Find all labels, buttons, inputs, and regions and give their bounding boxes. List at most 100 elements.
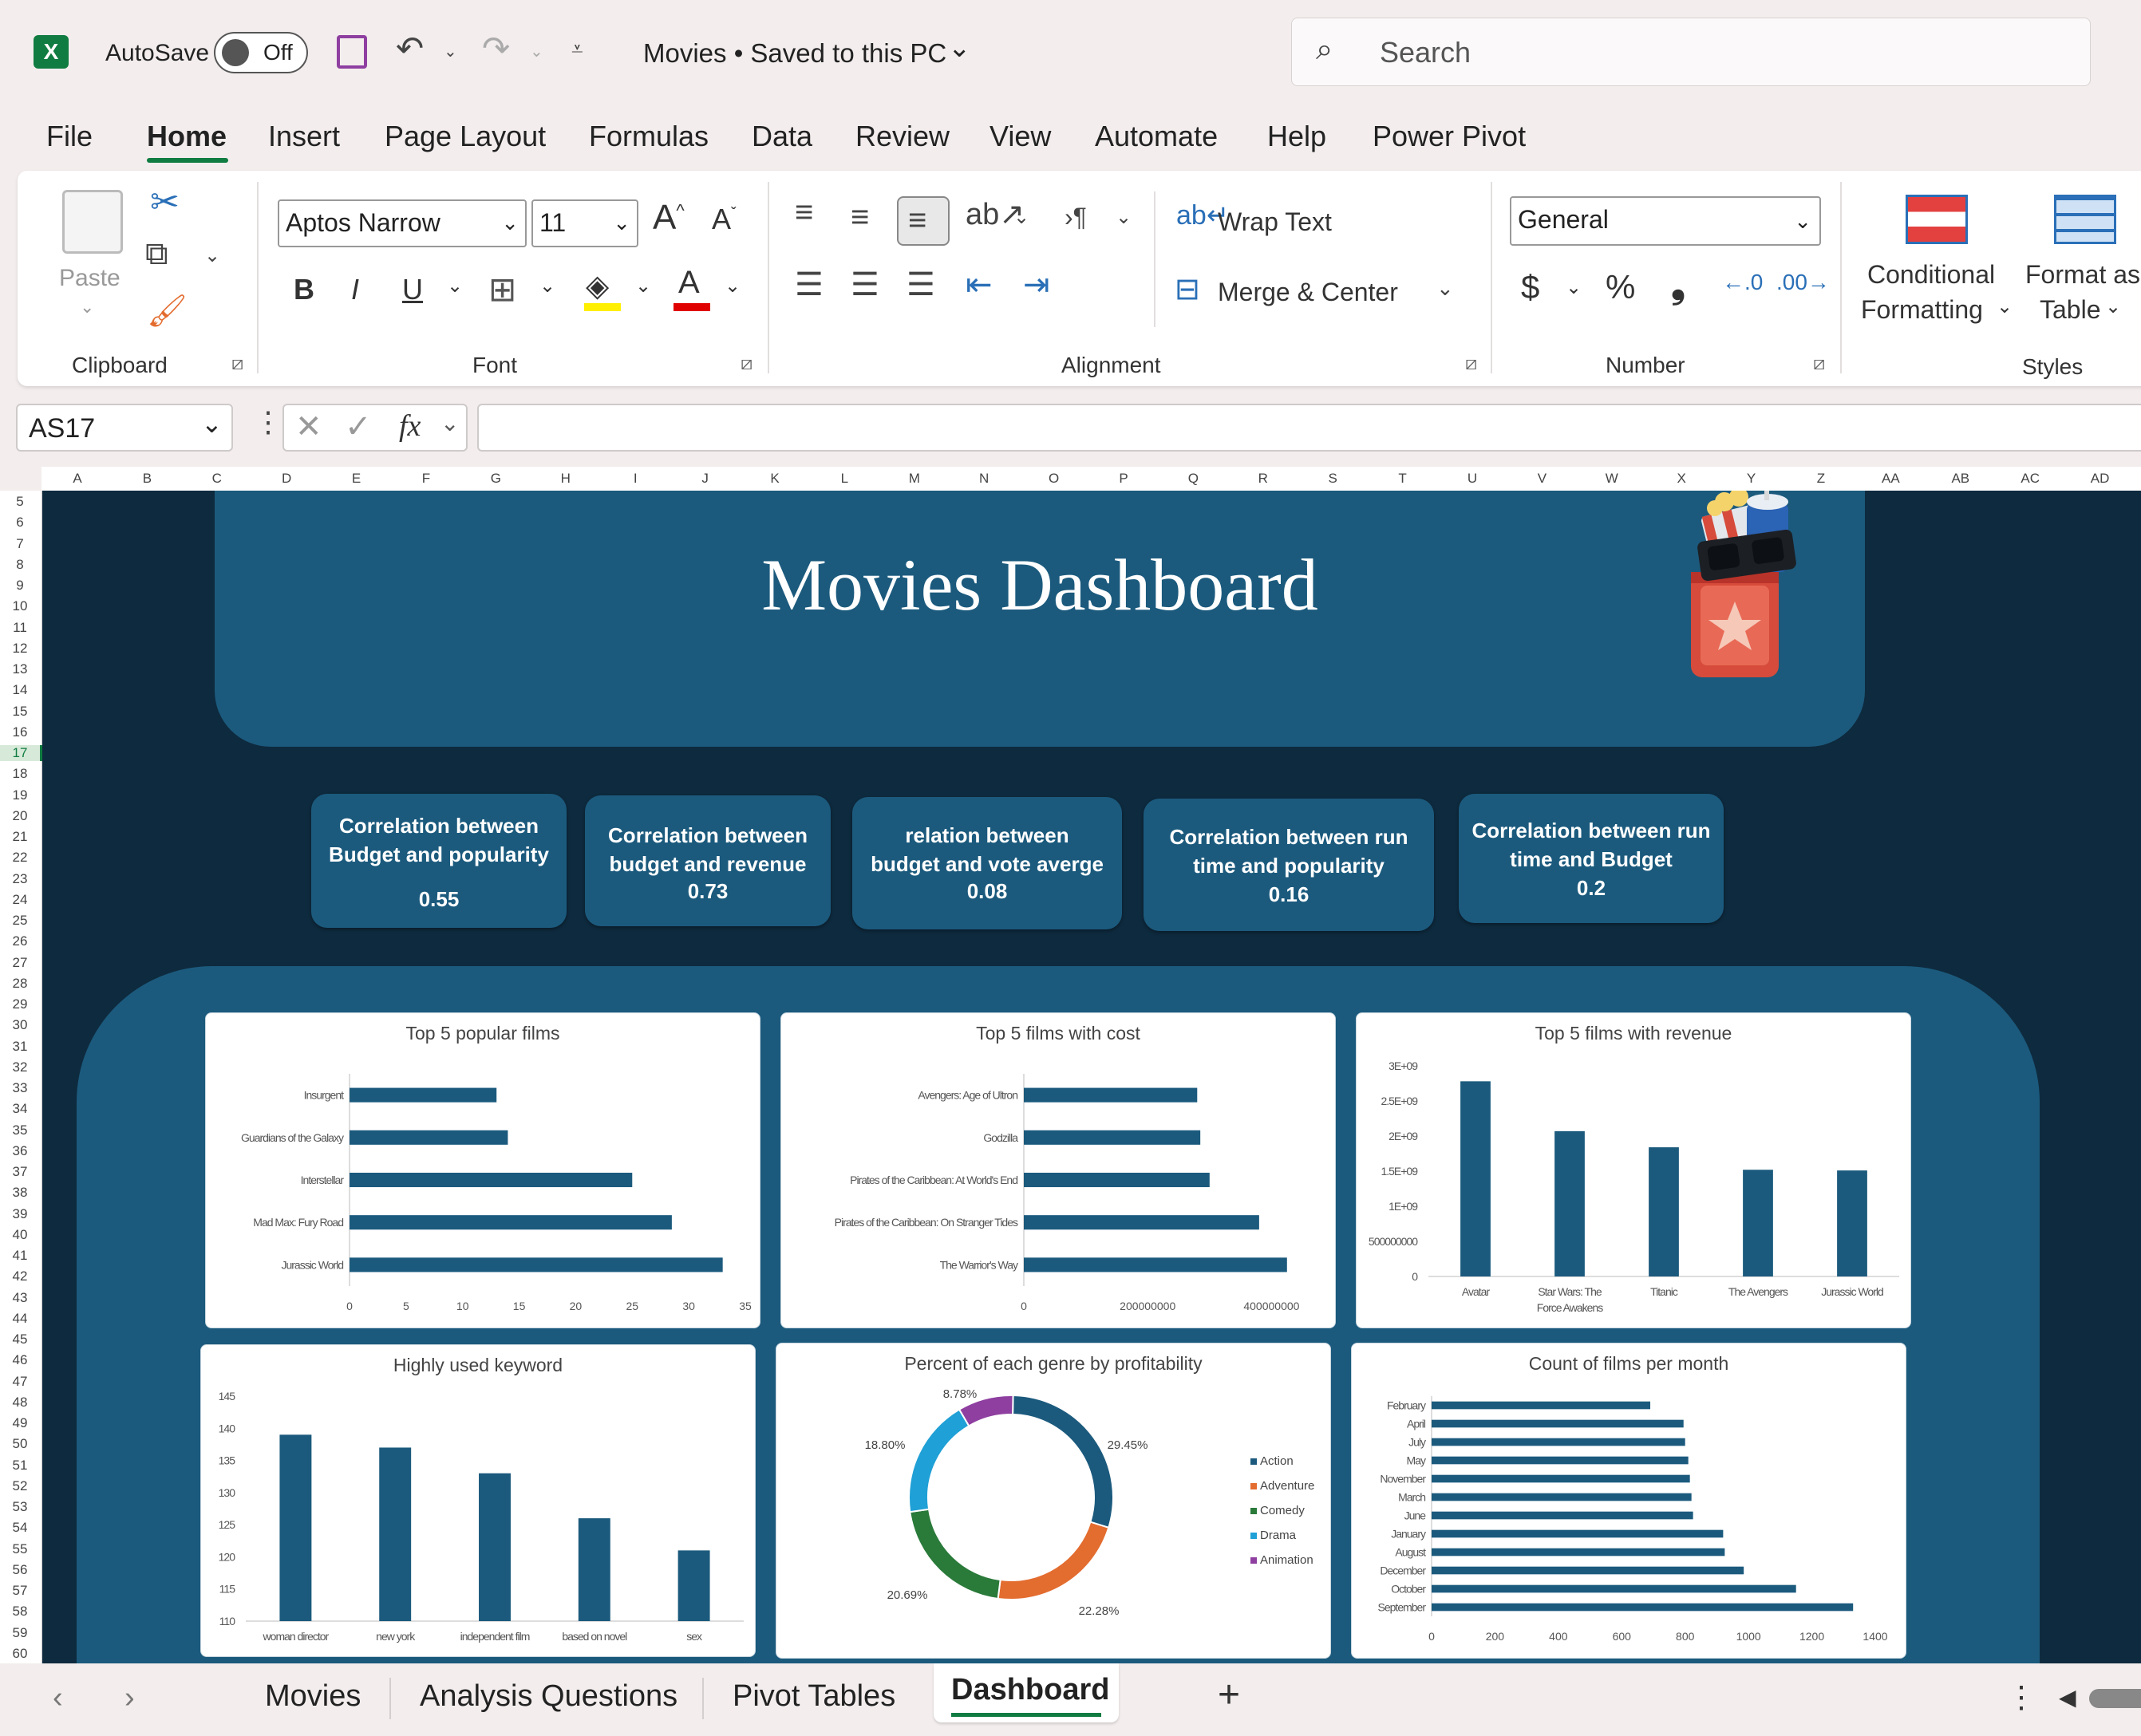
save-icon[interactable] — [337, 35, 367, 69]
column-header[interactable]: K — [759, 467, 791, 491]
cancel-icon[interactable]: ✕ — [295, 408, 322, 445]
row-header[interactable]: 20 — [0, 808, 40, 824]
tab-scroll-left-icon[interactable]: ‹ — [53, 1681, 63, 1715]
cut-icon[interactable]: ✂ — [150, 182, 180, 223]
menu-data[interactable]: Data — [752, 120, 812, 153]
merge-dropdown-icon[interactable]: ⌄ — [1436, 276, 1454, 301]
row-header[interactable]: 54 — [0, 1520, 40, 1536]
chart-card[interactable]: Percent of each genre by profitability 2… — [776, 1343, 1331, 1659]
row-header[interactable]: 57 — [0, 1583, 40, 1599]
column-header[interactable]: Z — [1805, 467, 1837, 491]
row-header[interactable]: 16 — [0, 724, 40, 740]
row-header[interactable]: 53 — [0, 1499, 40, 1515]
redo-icon[interactable]: ↷ — [482, 29, 510, 68]
column-header[interactable]: O — [1038, 467, 1070, 491]
paste-label[interactable]: Paste — [59, 265, 120, 292]
row-header[interactable]: 5 — [0, 494, 40, 510]
column-header[interactable]: AC — [2014, 467, 2046, 491]
alignment-launcher-icon[interactable]: ⧄ — [1465, 353, 1477, 375]
row-header[interactable]: 44 — [0, 1311, 40, 1327]
copy-dropdown-icon[interactable]: ⌄ — [204, 244, 220, 267]
row-header[interactable]: 34 — [0, 1101, 40, 1117]
row-header[interactable]: 22 — [0, 850, 40, 866]
column-header[interactable]: N — [968, 467, 1000, 491]
column-header[interactable]: F — [410, 467, 442, 491]
column-header[interactable]: P — [1108, 467, 1140, 491]
menu-automate[interactable]: Automate — [1095, 120, 1218, 153]
increase-font-icon[interactable]: A^ — [653, 198, 685, 238]
align-middle-icon[interactable]: ≡ — [851, 199, 869, 235]
menu-formulas[interactable]: Formulas — [589, 120, 709, 153]
align-bottom-button[interactable]: ≡ — [897, 196, 950, 246]
column-header[interactable]: J — [689, 467, 721, 491]
increase-decimal-icon[interactable]: ←.0 — [1722, 270, 1763, 295]
row-header[interactable]: 30 — [0, 1017, 40, 1033]
column-header[interactable]: M — [899, 467, 930, 491]
column-header[interactable]: AA — [1874, 467, 1906, 491]
enter-icon[interactable]: ✓ — [345, 408, 372, 445]
column-header[interactable]: I — [619, 467, 651, 491]
add-sheet-icon[interactable]: + — [1218, 1673, 1240, 1717]
row-header[interactable]: 58 — [0, 1604, 40, 1620]
sheet-tab-pivot-tables[interactable]: Pivot Tables — [733, 1679, 895, 1714]
row-header[interactable]: 50 — [0, 1436, 40, 1452]
column-header[interactable]: AB — [1945, 467, 1977, 491]
chevron-down-icon[interactable]: ⌄ — [440, 410, 459, 436]
font-color-dropdown-icon[interactable]: ⌄ — [725, 274, 741, 298]
column-header[interactable]: U — [1456, 467, 1488, 491]
row-header[interactable]: 47 — [0, 1374, 40, 1390]
row-header[interactable]: 27 — [0, 955, 40, 971]
menu-view[interactable]: View — [990, 120, 1051, 153]
font-name-select[interactable]: Aptos Narrow ⌄ — [278, 199, 527, 247]
worksheet-area[interactable]: Movies Dashboard Correlation between Bud… — [42, 491, 2141, 1663]
column-header[interactable]: W — [1596, 467, 1628, 491]
comma-icon[interactable]: ❟ — [1671, 263, 1685, 308]
row-header[interactable]: 21 — [0, 829, 40, 845]
currency-icon[interactable]: $ — [1521, 268, 1539, 306]
text-direction-dropdown-icon[interactable]: ⌄ — [1116, 206, 1132, 229]
percent-icon[interactable]: % — [1606, 268, 1635, 306]
fill-color-icon[interactable]: ◈ — [586, 268, 609, 304]
clipboard-launcher-icon[interactable]: ⧄ — [231, 353, 243, 375]
row-header[interactable]: 17 — [0, 745, 43, 761]
align-left-icon[interactable]: ☰ — [795, 266, 824, 303]
row-header[interactable]: 52 — [0, 1478, 40, 1494]
column-header[interactable]: Q — [1177, 467, 1209, 491]
column-header[interactable]: S — [1317, 467, 1349, 491]
row-header[interactable]: 28 — [0, 976, 40, 992]
sheet-tab-analysis-questions[interactable]: Analysis Questions — [420, 1679, 677, 1714]
row-header[interactable]: 55 — [0, 1541, 40, 1557]
chart-card[interactable]: Top 5 films with cost Avengers: Age of U… — [780, 1012, 1336, 1328]
format-as-table-dropdown-icon[interactable]: ⌄ — [2105, 295, 2121, 318]
text-direction-icon[interactable]: ›¶ — [1065, 203, 1087, 232]
row-header[interactable]: 10 — [0, 598, 40, 614]
column-header[interactable]: C — [201, 467, 233, 491]
font-size-select[interactable]: 11 ⌄ — [531, 199, 638, 247]
paste-icon[interactable] — [62, 190, 123, 254]
row-header[interactable]: 60 — [0, 1646, 40, 1662]
row-header[interactable]: 18 — [0, 766, 40, 782]
menu-insert[interactable]: Insert — [268, 120, 340, 153]
row-header[interactable]: 51 — [0, 1458, 40, 1474]
row-header[interactable]: 31 — [0, 1039, 40, 1055]
orientation-dropdown-icon[interactable]: ⌄ — [1013, 206, 1029, 229]
autosave-toggle[interactable]: Off — [214, 32, 308, 73]
menu-home[interactable]: Home — [147, 120, 227, 153]
row-header[interactable]: 35 — [0, 1122, 40, 1138]
row-header[interactable]: 41 — [0, 1248, 40, 1264]
title-dropdown-icon[interactable]: ⌄ — [948, 32, 971, 64]
more-options-icon[interactable]: ⋮ — [2006, 1679, 2036, 1715]
column-header[interactable]: H — [550, 467, 582, 491]
align-top-icon[interactable]: ≡ — [795, 195, 813, 231]
paste-dropdown-icon[interactable]: ⌄ — [80, 297, 94, 318]
number-launcher-icon[interactable]: ⧄ — [1813, 353, 1825, 375]
row-header[interactable]: 11 — [0, 620, 40, 636]
row-header[interactable]: 26 — [0, 933, 40, 949]
column-header[interactable]: D — [271, 467, 302, 491]
insert-function-icon[interactable]: fx — [399, 408, 421, 444]
column-header[interactable]: T — [1387, 467, 1419, 491]
chart-card[interactable]: Top 5 films with revenue Avatar Star Wars… — [1356, 1012, 1911, 1328]
menu-page-layout[interactable]: Page Layout — [385, 120, 546, 153]
merge-center-label[interactable]: Merge & Center — [1218, 278, 1398, 307]
horizontal-scrollbar[interactable] — [2089, 1689, 2141, 1708]
